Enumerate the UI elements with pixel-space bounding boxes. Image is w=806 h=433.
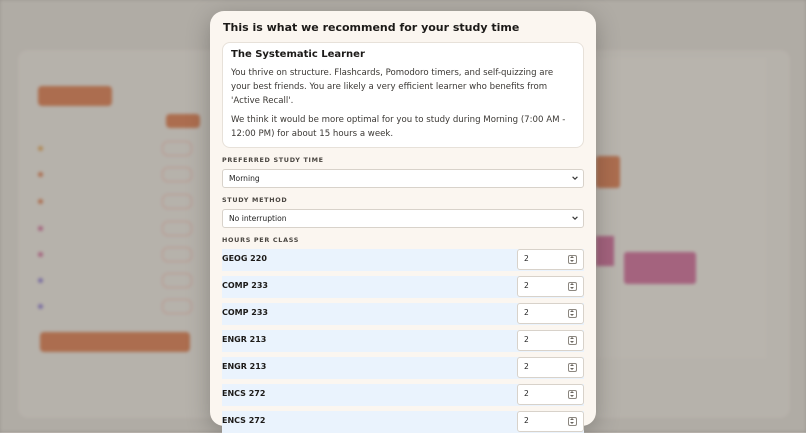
- class-hours-row: ENCS 272 2: [222, 411, 584, 433]
- class-hours-row: ENGR 213 2: [222, 357, 584, 379]
- class-name: GEOG 220: [222, 254, 267, 263]
- hours-per-class-label: HOURS PER CLASS: [222, 236, 300, 244]
- class-name: ENCS 272: [222, 416, 266, 425]
- class-name: COMP 233: [222, 308, 268, 317]
- hours-value: 2: [524, 416, 529, 425]
- class-name: ENGR 213: [222, 362, 267, 371]
- study-method-label: STUDY METHOD: [222, 196, 288, 204]
- hours-value: 2: [524, 281, 529, 290]
- spinner-icon[interactable]: [568, 336, 577, 345]
- spinner-icon[interactable]: [568, 309, 577, 318]
- class-hours-row: COMP 233 2: [222, 303, 584, 325]
- class-hours-row: COMP 233 2: [222, 276, 584, 298]
- spinner-icon[interactable]: [568, 390, 577, 399]
- study-method-select[interactable]: No interruption: [222, 209, 584, 228]
- chevron-down-icon: [572, 216, 578, 220]
- hours-value: 2: [524, 254, 529, 263]
- recommendation-modal: This is what we recommend for your study…: [210, 11, 596, 433]
- class-hours-row: ENCS 272 2: [222, 384, 584, 406]
- hours-per-class-list: GEOG 220 2 COMP 233 2 COMP 233 2 ENGR 21…: [222, 249, 584, 433]
- hours-value: 2: [524, 362, 529, 371]
- spinner-icon[interactable]: [568, 417, 577, 426]
- learner-type-card: The Systematic Learner You thrive on str…: [222, 42, 584, 148]
- modal-title: This is what we recommend for your study…: [223, 21, 520, 34]
- chevron-down-icon: [572, 176, 578, 180]
- study-recommendation: We think it would be more optimal for yo…: [231, 115, 566, 139]
- hours-value: 2: [524, 389, 529, 398]
- class-name: ENGR 213: [222, 335, 267, 344]
- learner-description: You thrive on structure. Flashcards, Pom…: [231, 68, 554, 106]
- hours-value: 2: [524, 308, 529, 317]
- spinner-icon[interactable]: [568, 255, 577, 264]
- hours-input[interactable]: 2: [517, 249, 584, 270]
- hours-input[interactable]: 2: [517, 303, 584, 324]
- class-name: COMP 233: [222, 281, 268, 290]
- study-method-value: No interruption: [229, 214, 287, 223]
- learner-type-title: The Systematic Learner: [231, 49, 365, 60]
- spinner-icon[interactable]: [568, 282, 577, 291]
- hours-value: 2: [524, 335, 529, 344]
- hours-input[interactable]: 2: [517, 384, 584, 405]
- preferred-study-time-select[interactable]: Morning: [222, 169, 584, 188]
- hours-input[interactable]: 2: [517, 330, 584, 351]
- class-hours-row: GEOG 220 2: [222, 249, 584, 271]
- preferred-study-time-label: PREFERRED STUDY TIME: [222, 156, 324, 164]
- class-name: ENCS 272: [222, 389, 266, 398]
- class-hours-row: ENGR 213 2: [222, 330, 584, 352]
- hours-input[interactable]: 2: [517, 411, 584, 432]
- preferred-study-time-value: Morning: [229, 174, 260, 183]
- hours-input[interactable]: 2: [517, 276, 584, 297]
- spinner-icon[interactable]: [568, 363, 577, 372]
- hours-input[interactable]: 2: [517, 357, 584, 378]
